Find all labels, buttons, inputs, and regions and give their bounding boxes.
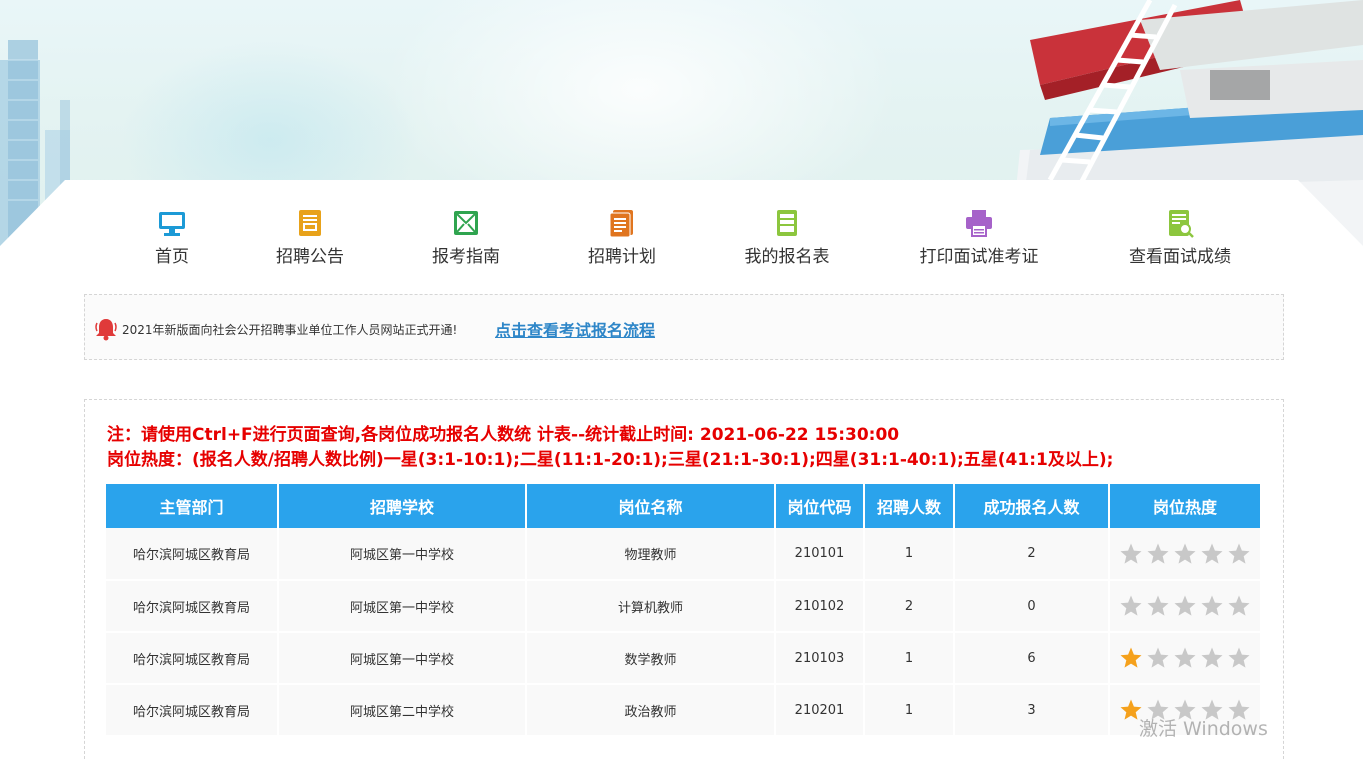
header-hires: 招聘人数 — [864, 484, 955, 528]
printer-icon — [966, 210, 992, 237]
star-empty-icon — [1228, 543, 1250, 564]
cell-position: 政治教师 — [526, 684, 776, 737]
table-row: 哈尔滨阿城区教育局 阿城区第一中学校 计算机教师 210102 2 0 — [106, 580, 1260, 633]
cell-position-code: 210103 — [775, 632, 865, 685]
nav-item-print-admission-ticket[interactable]: 打印面试准考证 — [915, 208, 1043, 268]
cell-school: 阿城区第一中学校 — [278, 528, 527, 581]
table-row: 哈尔滨阿城区教育局 阿城区第二中学校 政治教师 210201 1 3 — [106, 684, 1260, 737]
table-row: 哈尔滨阿城区教育局 阿城区第一中学校 物理教师 210101 1 2 — [106, 528, 1260, 581]
heat-stars — [1111, 594, 1259, 618]
nav-item-label: 首页 — [155, 247, 189, 267]
clipboard-icon — [609, 210, 633, 238]
cell-position-code: 210101 — [775, 528, 865, 581]
star-empty-icon — [1228, 647, 1250, 668]
header-applicants: 成功报名人数 — [954, 484, 1110, 528]
nav-item-label: 报考指南 — [432, 247, 500, 267]
nav-item-home[interactable]: 首页 — [151, 208, 193, 268]
nav-item-label: 招聘公告 — [276, 247, 344, 267]
nav-item-interview-scores[interactable]: 查看面试成绩 — [1125, 208, 1235, 268]
nav-item-label: 招聘计划 — [588, 247, 656, 267]
star-empty-icon — [1201, 543, 1223, 564]
cell-department: 哈尔滨阿城区教育局 — [106, 528, 279, 581]
bell-icon — [95, 319, 117, 341]
form-icon — [777, 210, 797, 236]
notice-bar: 2021年新版面向社会公开招聘事业单位工作人员网站正式开通! 点击查看考试报名流… — [84, 294, 1284, 360]
star-empty-icon — [1120, 595, 1142, 616]
star-filled-icon — [1120, 647, 1142, 668]
cell-position: 物理教师 — [526, 528, 776, 581]
star-empty-icon — [1174, 543, 1196, 564]
cell-applicants: 3 — [954, 684, 1110, 737]
header-heat: 岗位热度 — [1109, 484, 1260, 528]
cell-heat — [1109, 632, 1260, 685]
cell-applicants: 0 — [954, 580, 1110, 633]
cell-applicants: 6 — [954, 632, 1110, 685]
nav-item-label: 我的报名表 — [744, 247, 830, 267]
star-empty-icon — [1147, 543, 1169, 564]
cell-school: 阿城区第一中学校 — [278, 632, 527, 685]
cell-position: 计算机教师 — [526, 580, 776, 633]
cell-department: 哈尔滨阿城区教育局 — [106, 632, 279, 685]
cell-hires: 1 — [864, 684, 955, 737]
cell-hires: 2 — [864, 580, 955, 633]
cell-position-code: 210201 — [775, 684, 865, 737]
star-empty-icon — [1201, 647, 1223, 668]
nav-item-label: 打印面试准考证 — [919, 247, 1039, 267]
monitor-icon — [159, 212, 185, 236]
nav-item-announcements[interactable]: 招聘公告 — [273, 208, 347, 268]
cell-school: 阿城区第一中学校 — [278, 580, 527, 633]
cell-hires: 1 — [864, 632, 955, 685]
cell-applicants: 2 — [954, 528, 1110, 581]
nav-item-my-application[interactable]: 我的报名表 — [741, 208, 833, 268]
header-department: 主管部门 — [106, 484, 279, 528]
cell-school: 阿城区第二中学校 — [278, 684, 527, 737]
star-empty-icon — [1228, 595, 1250, 616]
envelope-icon — [454, 211, 478, 235]
nav-item-label: 查看面试成绩 — [1129, 247, 1231, 267]
star-empty-icon — [1174, 647, 1196, 668]
notice-message: 2021年新版面向社会公开招聘事业单位工作人员网站正式开通! — [122, 323, 458, 337]
star-empty-icon — [1147, 595, 1169, 616]
star-empty-icon — [1174, 595, 1196, 616]
star-empty-icon — [1120, 543, 1142, 564]
registration-process-link[interactable]: 点击查看考试报名流程 — [495, 317, 655, 341]
cell-heat — [1109, 580, 1260, 633]
cell-position-code: 210102 — [775, 580, 865, 633]
table-header-row: 主管部门 招聘学校 岗位名称 岗位代码 招聘人数 成功报名人数 岗位热度 — [106, 484, 1260, 528]
cell-heat — [1109, 528, 1260, 581]
heat-stars — [1111, 646, 1259, 670]
header-position: 岗位名称 — [526, 484, 776, 528]
cell-department: 哈尔滨阿城区教育局 — [106, 684, 279, 737]
positions-table: 主管部门 招聘学校 岗位名称 岗位代码 招聘人数 成功报名人数 岗位热度 哈尔滨… — [106, 484, 1260, 737]
search-document-icon — [1169, 210, 1194, 238]
header-school: 招聘学校 — [278, 484, 527, 528]
statistics-note: 注：请使用Ctrl+F进行页面查询,各岗位成功报名人数统 计表--统计截止时间:… — [107, 425, 900, 445]
table-row: 哈尔滨阿城区教育局 阿城区第一中学校 数学教师 210103 1 6 — [106, 632, 1260, 685]
cell-hires: 1 — [864, 528, 955, 581]
heat-legend-note: 岗位热度：(报名人数/招聘人数比例)一星(3:1-10:1);二星(11:1-2… — [107, 450, 1114, 470]
cell-position: 数学教师 — [526, 632, 776, 685]
cell-department: 哈尔滨阿城区教育局 — [106, 580, 279, 633]
star-empty-icon — [1147, 647, 1169, 668]
heat-stars — [1111, 542, 1259, 566]
document-icon — [299, 210, 321, 236]
header-position-code: 岗位代码 — [775, 484, 865, 528]
star-empty-icon — [1201, 595, 1223, 616]
nav-item-recruitment-plan[interactable]: 招聘计划 — [585, 208, 659, 268]
nav-item-exam-guide[interactable]: 报考指南 — [429, 208, 503, 268]
windows-activation-watermark: 激活 Windows — [1139, 718, 1268, 740]
